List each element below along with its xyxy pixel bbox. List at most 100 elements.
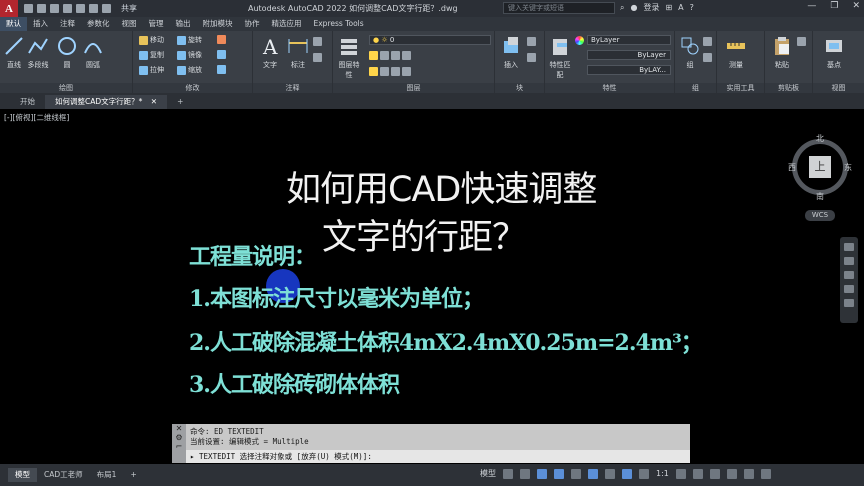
- annotation-scale[interactable]: 1:1: [656, 469, 669, 478]
- steering-wheel-icon[interactable]: [844, 243, 854, 251]
- orbit-icon[interactable]: [844, 285, 854, 293]
- leader-button[interactable]: [313, 37, 322, 46]
- layer-previous-icon[interactable]: [380, 67, 389, 76]
- dimension-button[interactable]: 标注: [287, 35, 309, 70]
- add-layout-icon[interactable]: +: [123, 468, 143, 482]
- compass-west[interactable]: 西: [788, 162, 796, 173]
- workspace-gear-icon[interactable]: [675, 468, 686, 479]
- measure-button[interactable]: 测量: [725, 35, 747, 70]
- wcs-menu[interactable]: WCS: [805, 210, 835, 221]
- layer-unisolate-icon[interactable]: [391, 67, 400, 76]
- notes-line-2[interactable]: 2.人工破除混凝土体积4mX2.4mX0.25m=2.4m³；: [189, 325, 703, 357]
- snap-icon[interactable]: [520, 468, 530, 479]
- base-view-button[interactable]: 基点: [823, 35, 845, 70]
- layer-isolate-icon[interactable]: [402, 51, 411, 60]
- array-button[interactable]: [217, 65, 226, 74]
- color-dropdown[interactable]: ByLayer: [587, 35, 671, 45]
- search-icon[interactable]: ⌕: [620, 3, 624, 13]
- start-tab[interactable]: 开始: [10, 95, 45, 109]
- tab-addins[interactable]: 附加模块: [197, 17, 239, 31]
- compass-south[interactable]: 南: [816, 191, 824, 202]
- help-icon[interactable]: ?: [690, 3, 694, 12]
- tab-insert[interactable]: 插入: [27, 17, 54, 31]
- color-wheel-icon[interactable]: [575, 36, 584, 45]
- login-button[interactable]: 登录: [643, 2, 659, 13]
- notes-title-text[interactable]: 工程量说明：: [189, 239, 316, 271]
- copy-button[interactable]: 复制: [139, 50, 164, 60]
- current-drawing-tab[interactable]: 如何调整CAD文字行距？* ✕: [45, 95, 168, 109]
- pan-icon[interactable]: [844, 257, 854, 265]
- tab-default[interactable]: 默认: [0, 17, 27, 31]
- autocad-logo[interactable]: A: [0, 0, 18, 17]
- close-command-icon[interactable]: ✕: [172, 424, 186, 433]
- annotation-monitor-icon[interactable]: [692, 468, 703, 479]
- share-button[interactable]: 共享: [121, 3, 137, 14]
- trim-button[interactable]: [217, 35, 226, 44]
- grid-icon[interactable]: [503, 468, 513, 479]
- undo-icon[interactable]: [89, 4, 98, 13]
- edit-block-button[interactable]: [527, 53, 536, 62]
- zoom-icon[interactable]: [844, 271, 854, 279]
- drawing-heading-line1[interactable]: 如何用CAD快速调整: [286, 161, 597, 212]
- close-icon[interactable]: ✕: [852, 1, 860, 11]
- new-tab-icon[interactable]: +: [167, 95, 193, 109]
- stretch-button[interactable]: 拉伸: [139, 65, 164, 75]
- user-icon[interactable]: ●: [630, 3, 637, 12]
- insert-button[interactable]: 插入: [500, 35, 522, 70]
- isometric-icon[interactable]: [571, 468, 581, 479]
- object-snap-icon[interactable]: [588, 468, 598, 479]
- search-input[interactable]: 键入关键字或短语: [503, 2, 615, 14]
- notes-line-3[interactable]: 3.人工破除砖砌体体积: [189, 367, 400, 399]
- lineweight-icon[interactable]: [605, 468, 615, 479]
- tab-parametric[interactable]: 参数化: [81, 17, 116, 31]
- plot-icon[interactable]: [76, 4, 85, 13]
- group-edit-button[interactable]: [703, 53, 712, 62]
- table-button[interactable]: [313, 53, 322, 62]
- customization-menu-icon[interactable]: [760, 468, 771, 479]
- minimize-icon[interactable]: —: [807, 1, 816, 11]
- viewcube-top-face[interactable]: 上: [809, 156, 831, 178]
- mirror-button[interactable]: 镜像: [177, 50, 202, 60]
- tab-view[interactable]: 视图: [116, 17, 143, 31]
- units-icon[interactable]: [709, 468, 720, 479]
- layer-lock-icon[interactable]: [391, 51, 400, 60]
- new-file-icon[interactable]: [24, 4, 33, 13]
- save-as-icon[interactable]: [63, 4, 72, 13]
- viewport-controls[interactable]: [-][俯视][二维线框]: [4, 112, 69, 123]
- close-tab-icon[interactable]: ✕: [151, 97, 157, 106]
- layout-tab-cad[interactable]: CAD工老师: [37, 468, 90, 482]
- groups-panel-title[interactable]: 组: [675, 83, 716, 93]
- view-panel-title[interactable]: 视图: [813, 83, 864, 93]
- dynamic-input-icon[interactable]: [622, 468, 632, 479]
- rotate-button[interactable]: 旋转: [177, 35, 202, 45]
- tab-express-tools[interactable]: Express Tools: [308, 17, 370, 31]
- annotation-visibility-icon[interactable]: [639, 468, 649, 479]
- linetype-dropdown[interactable]: ByLayer: [587, 50, 671, 60]
- layer-on-icon[interactable]: [369, 51, 378, 60]
- circle-button[interactable]: 圆: [56, 35, 78, 70]
- command-menu-icon[interactable]: ▸: [190, 452, 199, 461]
- showmotion-icon[interactable]: [844, 299, 854, 307]
- utilities-panel-title[interactable]: 实用工具: [717, 83, 764, 93]
- compass-north[interactable]: 北: [816, 133, 824, 144]
- layer-freeze-icon[interactable]: [380, 51, 389, 60]
- tab-featured-apps[interactable]: 精选应用: [266, 17, 308, 31]
- drawing-canvas[interactable]: [-][俯视][二维线框] 如何用CAD快速调整 文字的行距？ 工程量说明： 1…: [0, 109, 864, 464]
- tab-annotate[interactable]: 注释: [54, 17, 81, 31]
- layer-properties-button[interactable]: 图层特性: [337, 35, 361, 80]
- modify-panel-title[interactable]: 修改: [133, 83, 252, 93]
- scale-button[interactable]: 缩放: [177, 65, 202, 75]
- open-file-icon[interactable]: [37, 4, 46, 13]
- customize-command-icon[interactable]: ⚙: [172, 433, 186, 442]
- tab-output[interactable]: 输出: [170, 17, 197, 31]
- layout-tab-layout1[interactable]: 布局1: [90, 468, 124, 482]
- lineweight-dropdown[interactable]: ByLAY...: [587, 65, 671, 75]
- properties-panel-title[interactable]: 特性: [545, 83, 674, 93]
- fillet-button[interactable]: [217, 50, 226, 59]
- cart-icon[interactable]: ⊞: [665, 3, 672, 12]
- save-icon[interactable]: [50, 4, 59, 13]
- autodesk-a-icon[interactable]: A: [678, 3, 683, 12]
- match-properties-button[interactable]: 特性匹配: [548, 35, 572, 80]
- drawing-heading-line2[interactable]: 文字的行距？: [322, 209, 527, 260]
- notes-line-1[interactable]: 1.本图标注尺寸以毫米为单位；: [189, 281, 484, 313]
